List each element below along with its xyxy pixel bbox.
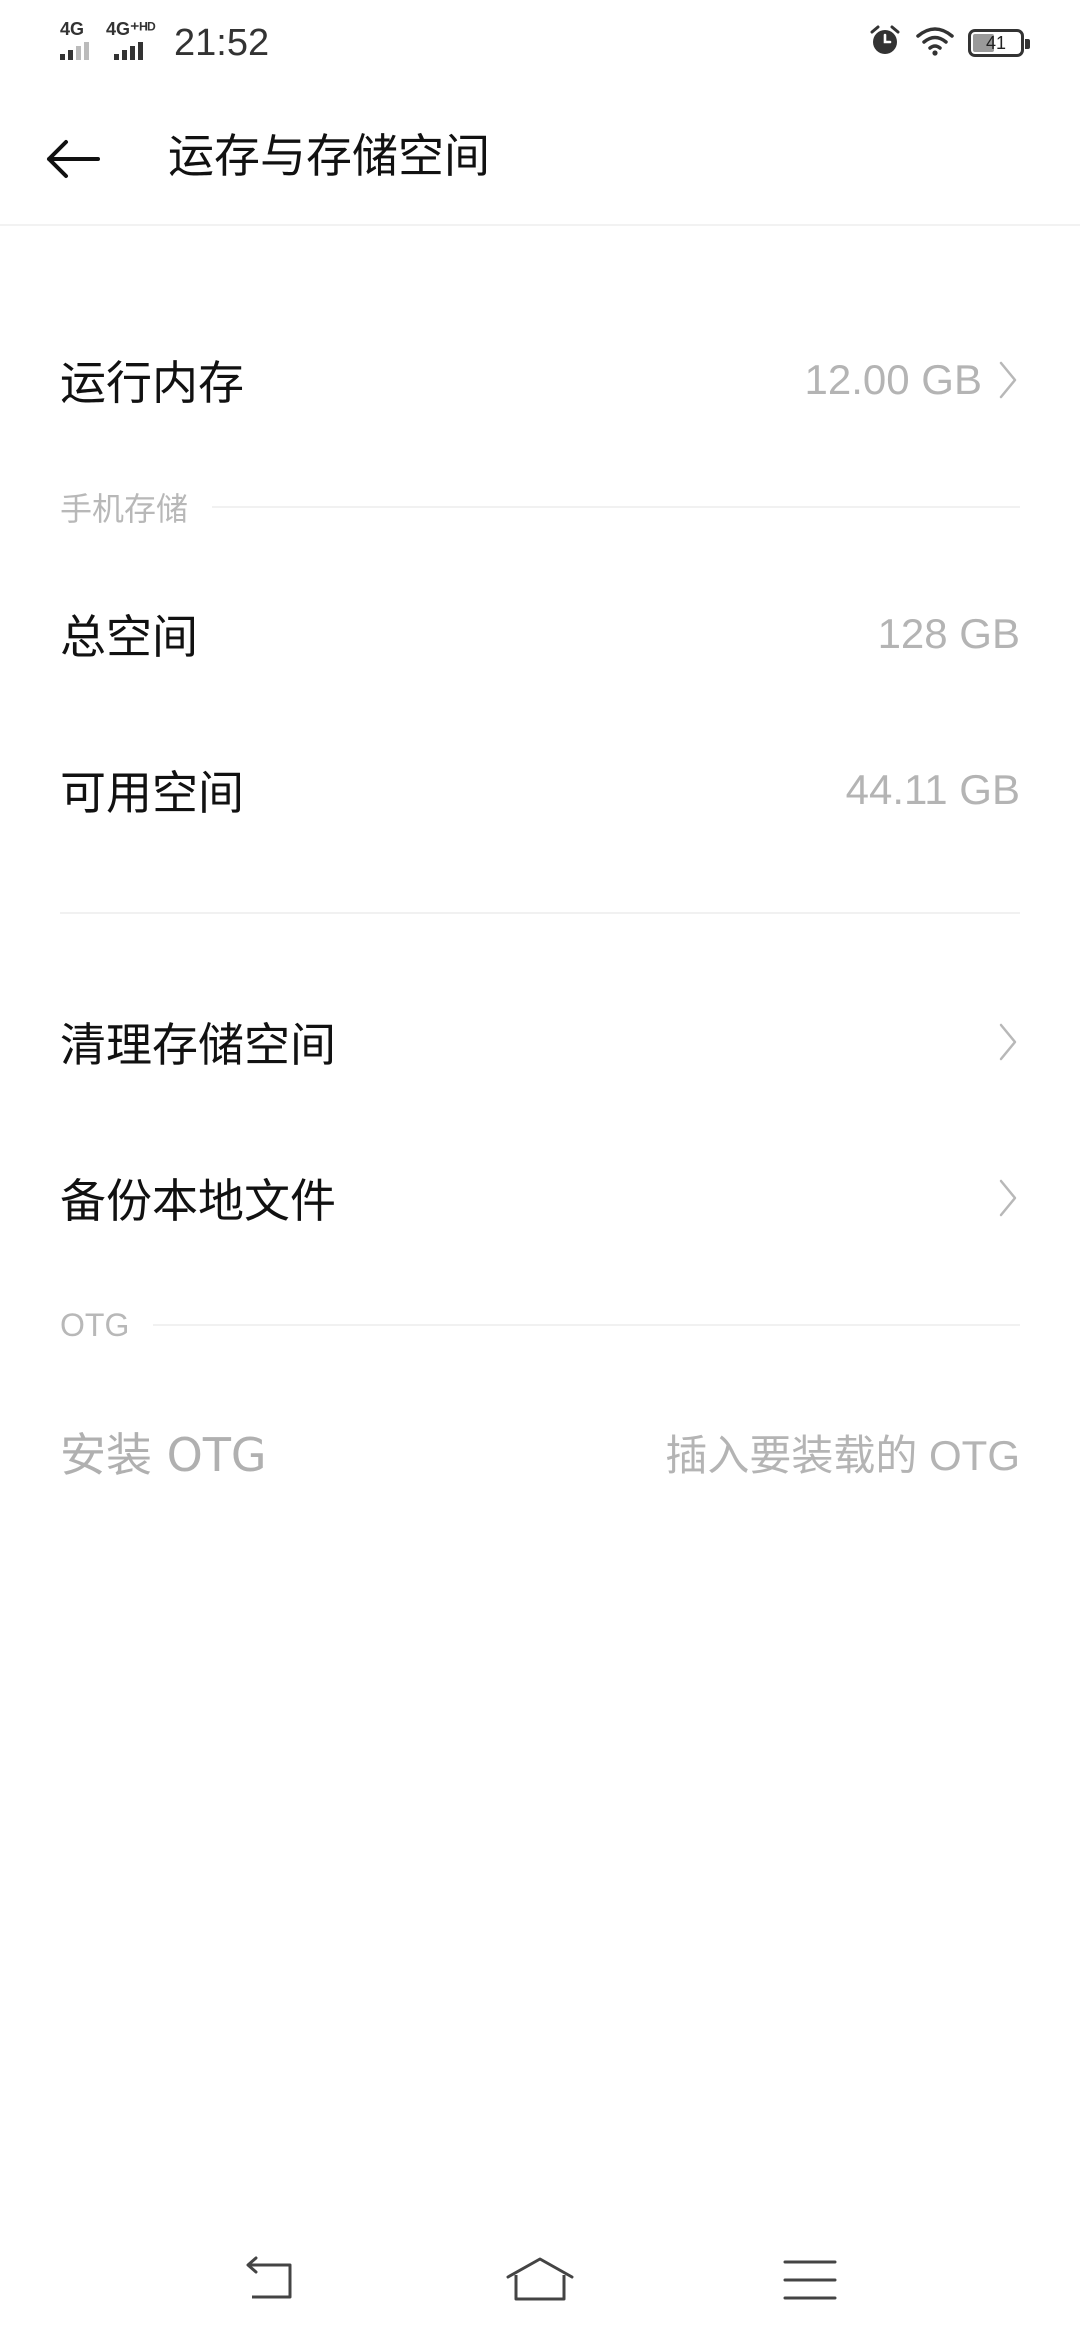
total-space-value: 128 GB [877, 610, 1020, 657]
signal-4g-hd-icon: 4G⁺ᴴᴰ [106, 20, 162, 60]
backup-files-label: 备份本地文件 [60, 1174, 336, 1228]
mount-otg-row: 安装 OTG 插入要装载的 OTG [60, 1402, 1020, 1502]
available-space-value: 44.11 GB [845, 766, 1020, 813]
section-divider [153, 1324, 1020, 1326]
status-icons: 41 [868, 24, 1030, 62]
otg-section-label: OTG [60, 1306, 130, 1343]
clean-storage-label: 清理存储空间 [60, 1018, 336, 1072]
battery-icon: 41 [968, 29, 1030, 57]
available-space-row: 可用空间 44.11 GB [60, 740, 1020, 840]
status-time: 21:52 [174, 22, 270, 64]
section-divider [212, 506, 1020, 508]
nav-menu-button[interactable] [760, 2240, 860, 2320]
total-space-label: 总空间 [60, 610, 198, 664]
ram-label: 运行内存 [60, 356, 244, 410]
nav-back-button[interactable] [220, 2240, 320, 2320]
page-title: 运存与存储空间 [168, 129, 490, 183]
backup-files-row[interactable]: 备份本地文件 [60, 1148, 1020, 1248]
ram-value: 12.00 GB [804, 356, 982, 403]
clean-storage-row[interactable]: 清理存储空间 [60, 992, 1020, 1092]
back-button[interactable] [38, 124, 108, 194]
divider [60, 912, 1020, 914]
phone-storage-section-header: 手机存储 [60, 482, 1020, 532]
nav-back-icon [246, 2256, 292, 2299]
total-space-row: 总空间 128 GB [60, 584, 1020, 684]
alarm-icon [868, 24, 902, 62]
signal-4g-icon: 4G [60, 20, 100, 60]
app-header: 运存与存储空间 [0, 88, 1080, 226]
available-space-label: 可用空间 [60, 766, 244, 820]
chevron-right-icon [998, 1178, 1020, 1218]
ram-row[interactable]: 运行内存 12.00 GB [60, 330, 1020, 430]
mount-otg-status: 插入要装载的 OTG [665, 1431, 1020, 1479]
nav-home-button[interactable] [490, 2240, 590, 2320]
mount-otg-label: 安装 OTG [60, 1428, 267, 1482]
nav-home-icon [506, 2257, 574, 2301]
back-arrow-icon [47, 140, 100, 178]
navigation-bar [0, 2230, 1080, 2330]
wifi-icon [916, 26, 954, 60]
chevron-right-icon [998, 1022, 1020, 1062]
signal-1-label: 4G [60, 19, 85, 39]
phone-storage-section-label: 手机存储 [60, 491, 189, 527]
status-bar: 4G 4G⁺ᴴᴰ 21:52 41 [0, 0, 1080, 88]
signal-2-label: 4G⁺ᴴᴰ [106, 19, 156, 39]
chevron-right-icon [998, 360, 1020, 400]
otg-section-header: OTG [60, 1300, 1020, 1350]
battery-level: 41 [985, 33, 1007, 53]
storage-settings-screen: 4G 4G⁺ᴴᴰ 21:52 41 运存与存储空间 运行内存 12.00 GB … [0, 0, 1080, 2340]
nav-menu-icon [783, 2260, 837, 2300]
